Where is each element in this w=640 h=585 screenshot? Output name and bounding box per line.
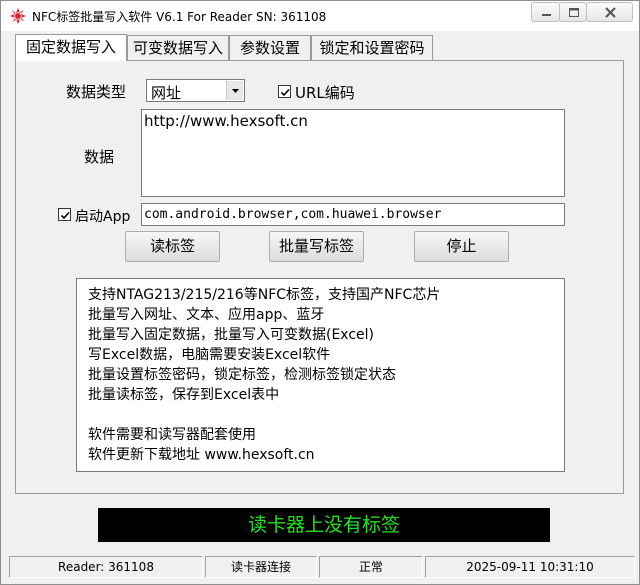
stop-button[interactable]: 停止 (414, 231, 509, 262)
chevron-down-icon[interactable] (226, 81, 243, 100)
check-icon (280, 88, 290, 97)
close-button[interactable] (586, 2, 633, 22)
app-package-value: com.android.browser,com.huawei.browser (144, 207, 442, 222)
info-line: 写Excel数据，电脑需要安装Excel软件 (88, 347, 331, 363)
batch-write-button[interactable]: 批量写标签 (269, 231, 364, 262)
nfc-app-icon (9, 7, 27, 25)
read-tag-button[interactable]: 读标签 (125, 231, 220, 262)
url-encode-label: URL编码 (295, 84, 355, 102)
tab-fixed-data[interactable]: 固定数据写入 (15, 34, 127, 61)
window-title: NFC标签批量写入软件 V6.1 For Reader SN: 361108 (32, 10, 327, 24)
url-encode-checkbox[interactable] (278, 85, 291, 98)
tab-settings[interactable]: 参数设置 (229, 35, 311, 61)
check-icon (60, 211, 70, 220)
maximize-button[interactable] (559, 2, 587, 22)
status-state: 正常 (319, 556, 423, 578)
info-line: 批量写入网址、文本、应用app、蓝牙 (88, 307, 325, 323)
info-line: 批量设置标签密码，锁定标签，检测标签锁定状态 (88, 367, 396, 383)
info-textbox[interactable]: 支持NTAG213/215/216等NFC标签，支持国产NFC芯片 批量写入网址… (76, 278, 565, 472)
data-label: 数据 (84, 148, 115, 166)
data-textarea-value: http://www.hexsoft.cn (144, 112, 308, 130)
main-window: NFC标签批量写入软件 V6.1 For Reader SN: 361108 固… (0, 0, 640, 585)
tab-variable-data[interactable]: 可变数据写入 (127, 35, 229, 61)
launch-app-label: 启动App (75, 209, 131, 225)
status-connection: 读卡器连接 (205, 556, 317, 578)
info-line: 支持NTAG213/215/216等NFC标签，支持国产NFC芯片 (88, 287, 441, 303)
status-bar: Reader: 361108 读卡器连接 正常 2025-09-11 10:31… (1, 554, 639, 584)
status-reader: Reader: 361108 (9, 556, 203, 578)
minimize-button[interactable] (531, 2, 560, 22)
tab-lock-password[interactable]: 锁定和设置密码 (311, 35, 433, 61)
info-line: 软件更新下载地址 www.hexsoft.cn (88, 447, 315, 463)
info-line: 批量读标签，保存到Excel表中 (88, 387, 280, 403)
app-package-input[interactable]: com.android.browser,com.huawei.browser (141, 203, 565, 226)
tag-status-banner: 读卡器上没有标签 (98, 508, 550, 542)
minimize-icon (542, 14, 551, 16)
status-datetime: 2025-09-11 10:31:10 (425, 556, 635, 578)
data-type-select[interactable]: 网址 (146, 79, 245, 102)
maximize-icon (569, 8, 579, 17)
title-bar[interactable]: NFC标签批量写入软件 V6.1 For Reader SN: 361108 (1, 1, 639, 31)
data-type-label: 数据类型 (66, 83, 127, 101)
close-icon (605, 7, 616, 18)
launch-app-checkbox[interactable] (58, 208, 71, 221)
info-line: 软件需要和读写器配套使用 (88, 427, 256, 443)
data-textarea[interactable]: http://www.hexsoft.cn (141, 109, 565, 197)
data-type-value: 网址 (151, 84, 182, 102)
info-line: 批量写入固定数据，批量写入可变数据(Excel) (88, 327, 375, 343)
